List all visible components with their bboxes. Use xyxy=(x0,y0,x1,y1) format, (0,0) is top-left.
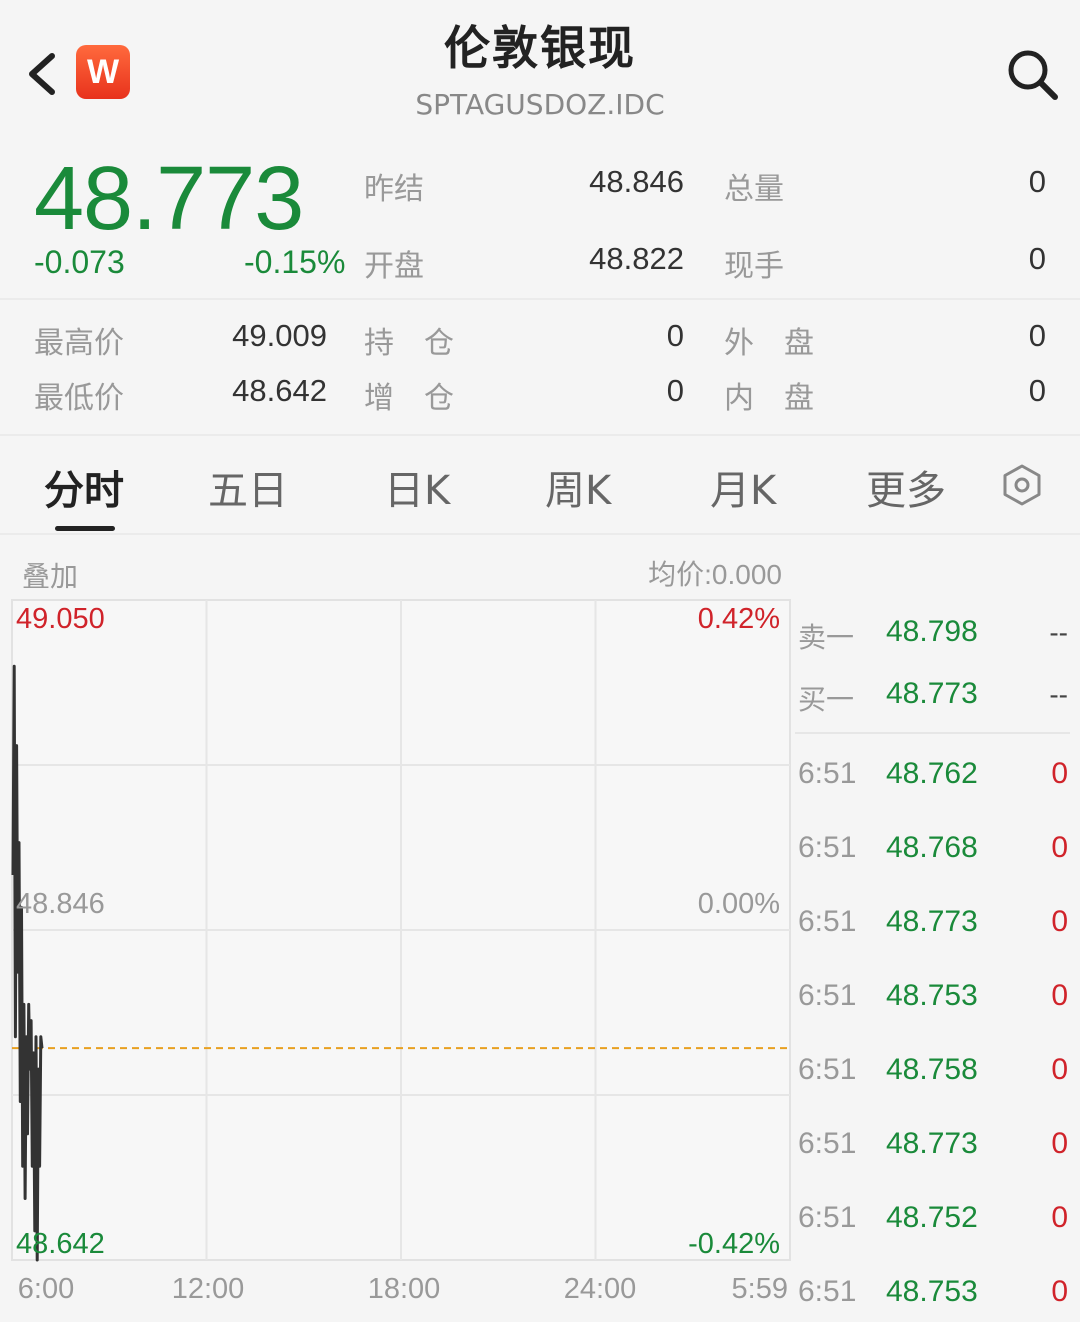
trade-volume: 0 xyxy=(1051,1053,1068,1086)
trade-time: 6:51 xyxy=(798,831,857,864)
search-icon xyxy=(1008,50,1058,100)
inner-volume-value: 0 xyxy=(1028,373,1046,408)
trade-time: 6:51 xyxy=(798,905,857,938)
active-tab-indicator xyxy=(55,526,115,531)
open-label: 开盘 xyxy=(364,249,424,284)
tab-intraday[interactable]: 分时 xyxy=(44,458,124,516)
trade-price: 48.752 xyxy=(886,1201,978,1234)
symbol-code: SPTAGUSDOZ.IDC xyxy=(415,88,665,121)
price-change-percent: -0.15% xyxy=(244,244,346,280)
trade-volume: 0 xyxy=(1051,979,1068,1012)
ask-one-label: 卖一 xyxy=(798,621,855,654)
current-lot-value: 0 xyxy=(1028,241,1046,276)
total-volume-label: 总量 xyxy=(724,172,784,207)
trade-time: 6:51 xyxy=(798,1275,857,1308)
divider xyxy=(0,298,1080,300)
app-logo[interactable]: W xyxy=(76,45,130,99)
y-tick-label-right: 0.42% xyxy=(698,603,780,635)
x-tick-label: 5:59 xyxy=(732,1273,788,1305)
trade-time: 6:51 xyxy=(798,1053,857,1086)
high-value: 49.009 xyxy=(232,318,327,353)
current-lot-label: 现手 xyxy=(724,249,784,284)
price-change: -0.073 xyxy=(34,244,125,280)
total-volume-value: 0 xyxy=(1028,164,1046,199)
inner-volume-label: 内 盘 xyxy=(724,381,814,416)
divider xyxy=(0,533,1080,535)
x-tick-label: 6:00 xyxy=(18,1273,74,1305)
trade-price: 48.768 xyxy=(886,831,978,864)
bid-one-price: 48.773 xyxy=(886,677,978,710)
prev-settle-label: 昨结 xyxy=(364,172,424,207)
open-interest-value: 0 xyxy=(666,318,684,353)
tab-more[interactable]: 更多 xyxy=(866,458,946,516)
trade-time: 6:51 xyxy=(798,979,857,1012)
page-title: 伦敦银现 xyxy=(444,21,636,75)
prev-settle-value: 48.846 xyxy=(589,164,684,199)
x-tick-label: 12:00 xyxy=(172,1273,245,1305)
low-value: 48.642 xyxy=(232,373,327,408)
ask-one-price: 48.798 xyxy=(886,615,978,648)
bid-one-label: 买一 xyxy=(798,683,855,716)
trade-time: 6:51 xyxy=(798,1201,857,1234)
x-tick-label: 18:00 xyxy=(368,1273,441,1305)
tab-daily-k[interactable]: 日K xyxy=(384,458,450,516)
x-tick-label: 24:00 xyxy=(564,1273,637,1305)
y-tick-label-left: 49.050 xyxy=(16,603,105,635)
trade-price: 48.762 xyxy=(886,757,978,790)
trade-volume: 0 xyxy=(1051,831,1068,864)
average-price-label: 均价:0.000 xyxy=(648,559,782,590)
trade-volume: 0 xyxy=(1051,1127,1068,1160)
outer-volume-value: 0 xyxy=(1028,318,1046,353)
y-tick-label-right: -0.42% xyxy=(688,1228,780,1260)
open-value: 48.822 xyxy=(589,241,684,276)
tab-five-day[interactable]: 五日 xyxy=(208,458,288,516)
tab-weekly-k[interactable]: 周K xyxy=(545,458,611,516)
trade-time: 6:51 xyxy=(798,1127,857,1160)
back-button[interactable] xyxy=(20,44,64,104)
bid-one-volume: -- xyxy=(1049,679,1068,710)
settings-hexagon-icon xyxy=(1003,464,1041,506)
y-tick-label-right: 0.00% xyxy=(698,888,780,920)
tab-monthly-k[interactable]: 月K xyxy=(710,458,776,516)
trade-volume: 0 xyxy=(1051,757,1068,790)
y-tick-label-left: 48.642 xyxy=(16,1228,105,1260)
trade-price: 48.773 xyxy=(886,905,978,938)
trade-price: 48.758 xyxy=(886,1053,978,1086)
trade-price: 48.753 xyxy=(886,979,978,1012)
intraday-chart[interactable]: 49.050 48.846 48.642 0.42% 0.00% -0.42% 6:00 12… xyxy=(0,598,795,1322)
search-button[interactable] xyxy=(1004,46,1060,102)
trade-volume: 0 xyxy=(1051,1275,1068,1308)
y-tick-label-left: 48.846 xyxy=(16,888,105,920)
chevron-left-icon xyxy=(29,53,55,95)
trade-volume: 0 xyxy=(1051,905,1068,938)
order-book-divider xyxy=(795,732,1070,734)
high-label: 最高价 xyxy=(34,326,124,361)
divider xyxy=(0,434,1080,436)
low-label: 最低价 xyxy=(34,381,124,416)
interest-change-value: 0 xyxy=(666,373,684,408)
header: W 伦敦银现 SPTAGUSDOZ.IDC xyxy=(0,0,1080,140)
trade-volume: 0 xyxy=(1051,1201,1068,1234)
ask-one-volume: -- xyxy=(1049,617,1068,648)
trade-price: 48.773 xyxy=(886,1127,978,1160)
trade-time: 6:51 xyxy=(798,757,857,790)
interest-change-label: 增 仓 xyxy=(364,381,454,416)
overlay-button[interactable]: 叠加 xyxy=(22,555,78,595)
last-price: 48.773 xyxy=(34,149,304,249)
trade-price: 48.753 xyxy=(886,1275,978,1308)
outer-volume-label: 外 盘 xyxy=(724,326,814,361)
open-interest-label: 持 仓 xyxy=(364,326,454,361)
chart-settings-button[interactable] xyxy=(1000,462,1044,508)
